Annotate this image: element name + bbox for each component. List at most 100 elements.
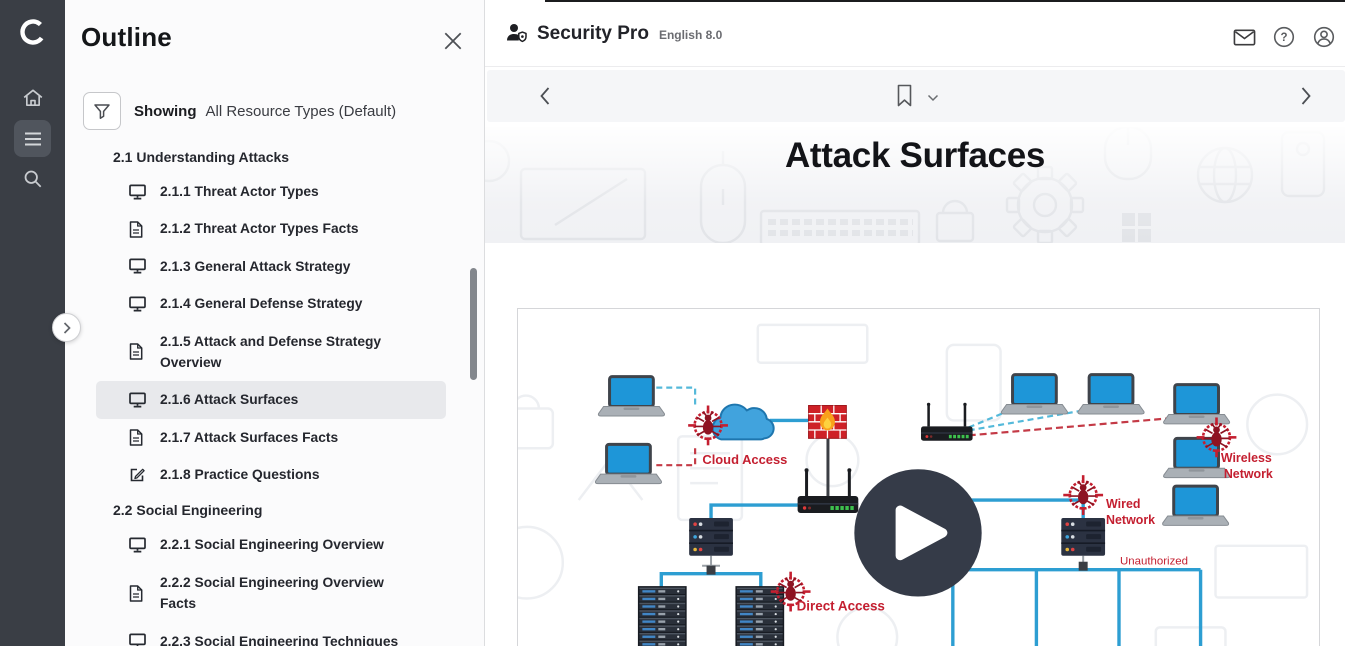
outline-item-label: 2.1.2 Threat Actor Types Facts — [160, 218, 359, 239]
monitor-icon — [129, 258, 147, 274]
messages-button[interactable] — [1233, 26, 1255, 48]
svg-text:?: ? — [1280, 32, 1287, 44]
home-button[interactable] — [0, 79, 65, 117]
laptop-icon — [1078, 375, 1144, 414]
outline-item-label: 2.1.4 General Defense Strategy — [160, 293, 362, 314]
outline-section-label: 2.1 Understanding Attacks — [65, 140, 477, 173]
profile-button[interactable] — [1313, 26, 1335, 48]
course-title: Security Pro — [537, 23, 649, 45]
firewall-icon — [809, 406, 847, 439]
document-icon — [129, 585, 147, 602]
resource-filter-value: All Resource Types (Default) — [206, 103, 397, 120]
search-icon — [22, 168, 44, 190]
outline-scrollbar[interactable] — [470, 268, 477, 380]
unauthorized-label: Unauthorized — [1120, 556, 1188, 568]
lesson-title-banner: Attack Surfaces — [485, 127, 1345, 243]
laptop-icon — [1164, 385, 1230, 424]
outline-item-label: 2.1.1 Threat Actor Types — [160, 181, 319, 202]
outline-panel: Outline Showing All Resource Types (Defa… — [65, 0, 485, 646]
wireless-network-label-2: Network — [1224, 467, 1273, 481]
wired-network-label-1: Wired — [1106, 497, 1140, 511]
bookmark-controls — [896, 84, 939, 112]
lesson-title: Attack Surfaces — [485, 136, 1345, 176]
laptop-icon — [598, 377, 664, 416]
filter-funnel-icon — [93, 103, 111, 120]
outline-item[interactable]: 2.1.1 Threat Actor Types — [96, 173, 446, 210]
network-diagram: Cloud Access Direct Access Wireless Netw… — [518, 309, 1319, 646]
profile-icon — [1313, 26, 1335, 48]
app: Outline Showing All Resource Types (Defa… — [0, 0, 1345, 646]
wireless-network-label-1: Wireless — [1221, 451, 1272, 465]
outline-item-label: 2.1.3 General Attack Strategy — [160, 256, 350, 277]
outline-item[interactable]: 2.2.1 Social Engineering Overview — [96, 526, 446, 563]
course-identity: Security Pro English 8.0 — [505, 18, 722, 45]
resource-filter-row: Showing All Resource Types (Default) — [83, 92, 396, 130]
monitor-icon — [129, 184, 147, 200]
bookmark-button[interactable] — [896, 84, 913, 112]
outline-section-label: 2.2 Social Engineering — [65, 493, 477, 526]
document-icon — [129, 429, 147, 446]
search-button[interactable] — [0, 160, 65, 198]
play-button[interactable] — [854, 469, 981, 596]
bookmark-icon — [896, 84, 913, 107]
laptop-icon — [1163, 486, 1229, 525]
brand-logo — [0, 16, 65, 48]
outline-item[interactable]: 2.2.2 Social Engineering Overview Facts — [96, 564, 446, 623]
document-icon — [129, 343, 147, 360]
outline-item[interactable]: 2.1.7 Attack Surfaces Facts — [96, 419, 446, 456]
course-security-icon — [505, 22, 529, 48]
outline-item-label: 2.2.1 Social Engineering Overview — [160, 534, 384, 555]
next-lesson-button[interactable] — [1300, 86, 1314, 106]
chevron-right-icon — [1300, 86, 1312, 106]
direct-access-label: Direct Access — [797, 598, 885, 613]
video-player[interactable]: Cloud Access Direct Access Wireless Netw… — [517, 308, 1320, 646]
course-language-version: English 8.0 — [659, 28, 722, 42]
course-header: Security Pro English 8.0 ? — [485, 2, 1345, 67]
chevron-right-icon — [62, 321, 72, 335]
attack-bug-icon — [1063, 475, 1103, 515]
outline-item-label: 2.1.5 Attack and Defense Strategy Overvi… — [160, 331, 418, 374]
menu-icon — [23, 131, 43, 147]
outline-item-label: 2.1.6 Attack Surfaces — [160, 389, 298, 410]
switch-icon — [689, 518, 733, 556]
previous-lesson-button[interactable] — [539, 86, 553, 106]
panel-collapse-button[interactable] — [52, 313, 81, 342]
outline-item[interactable]: 2.1.5 Attack and Defense Strategy Overvi… — [96, 323, 446, 382]
monitor-icon — [129, 537, 147, 553]
c-logo-icon — [17, 16, 49, 48]
main-content: Security Pro English 8.0 ? — [485, 0, 1345, 646]
bookmark-menu-button[interactable] — [927, 89, 939, 107]
header-actions: ? — [1233, 26, 1335, 48]
cloud-access-label: Cloud Access — [702, 452, 787, 467]
monitor-icon — [129, 392, 147, 408]
home-icon — [22, 88, 44, 108]
outline-item[interactable]: 2.2.3 Social Engineering Techniques — [96, 623, 446, 646]
outline-item-label: 2.1.7 Attack Surfaces Facts — [160, 427, 338, 448]
outline-item[interactable]: 2.1.3 General Attack Strategy — [96, 248, 446, 285]
contents-button[interactable] — [14, 120, 51, 157]
mail-icon — [1233, 26, 1256, 48]
document-icon — [129, 221, 147, 238]
laptop-icon — [595, 444, 661, 483]
outline-item[interactable]: 2.1.6 Attack Surfaces — [96, 381, 446, 418]
outline-item-label: 2.1.8 Practice Questions — [160, 464, 320, 485]
monitor-icon — [129, 633, 147, 646]
outline-item[interactable]: 2.1.8 Practice Questions — [96, 456, 446, 493]
filter-button[interactable] — [83, 92, 121, 130]
help-button[interactable]: ? — [1273, 26, 1295, 48]
outline-panel-title: Outline — [81, 22, 172, 53]
chevron-down-icon — [927, 94, 939, 102]
outline-item-label: 2.2.3 Social Engineering Techniques — [160, 631, 398, 646]
lesson-navbar — [487, 70, 1345, 122]
monitor-icon — [129, 296, 147, 312]
chevron-left-icon — [539, 86, 551, 106]
wired-network-label-2: Network — [1106, 513, 1155, 527]
laptop-icon — [1001, 375, 1067, 414]
outline-item[interactable]: 2.1.2 Threat Actor Types Facts — [96, 210, 446, 247]
outline-item-label: 2.2.2 Social Engineering Overview Facts — [160, 572, 418, 615]
server-rack-icon — [638, 586, 687, 646]
outline-item[interactable]: 2.1.4 General Defense Strategy — [96, 285, 446, 322]
close-outline-button[interactable] — [442, 30, 464, 52]
help-icon: ? — [1273, 26, 1295, 48]
server-rack-icon — [735, 586, 784, 646]
